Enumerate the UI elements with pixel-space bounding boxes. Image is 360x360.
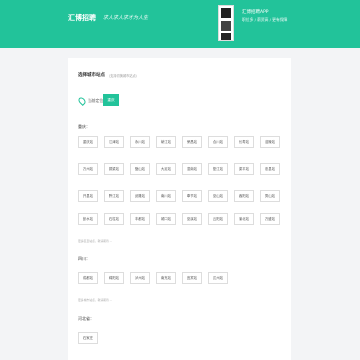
- page-note: （支持切换城市站点）: [107, 74, 139, 78]
- page-title: 选择城市站点: [78, 73, 105, 78]
- group-note: 更多区县站点，敬请期待 ...: [78, 239, 113, 243]
- city-button[interactable]: 合川站: [208, 136, 228, 148]
- city-button[interactable]: 璧山站: [130, 163, 150, 175]
- city-button[interactable]: 永川站: [130, 136, 150, 148]
- group-label: 四川：: [78, 256, 90, 261]
- group-label: 重庆：: [78, 124, 90, 129]
- city-button[interactable]: 南充站: [156, 272, 176, 284]
- city-button[interactable]: 石柱站: [104, 213, 124, 225]
- city-button[interactable]: 成都站: [78, 272, 98, 284]
- city-button[interactable]: 忠县站: [260, 163, 280, 175]
- city-button[interactable]: 长寿站: [234, 136, 254, 148]
- current-city-button[interactable]: 重庆: [103, 94, 119, 106]
- city-button[interactable]: 渝北站: [234, 213, 254, 225]
- city-button[interactable]: 宜宾站: [182, 272, 202, 284]
- city-button[interactable]: 铜梁站: [104, 163, 124, 175]
- city-button[interactable]: 泸州站: [130, 272, 150, 284]
- city-button[interactable]: 秀山站: [260, 190, 280, 202]
- city-button[interactable]: 重庆站: [78, 136, 98, 148]
- city-button[interactable]: 奉节站: [182, 190, 202, 202]
- city-button[interactable]: 綦江站: [156, 136, 176, 148]
- city-button[interactable]: 江津站: [104, 136, 124, 148]
- city-button[interactable]: 云阳站: [208, 213, 228, 225]
- location-pin-icon: [77, 96, 87, 106]
- group-label: 河北省：: [78, 316, 94, 321]
- city-button[interactable]: 黔江站: [104, 190, 124, 202]
- city-button[interactable]: 梁平站: [234, 163, 254, 175]
- city-button[interactable]: 万州站: [78, 163, 98, 175]
- app-subtitle: 职位多 / 薪资高 / 更有保障: [242, 17, 288, 22]
- city-button[interactable]: 涪陵站: [260, 136, 280, 148]
- group-note: 更多城市站点，敬请期待 ...: [78, 298, 113, 302]
- city-button[interactable]: 巫溪站: [182, 213, 202, 225]
- site-logo[interactable]: 汇博招聘: [68, 13, 96, 23]
- qr-code-icon: [218, 5, 234, 41]
- city-button[interactable]: 潼南站: [182, 163, 202, 175]
- city-button[interactable]: 彭水站: [78, 213, 98, 225]
- site-slogan: 求人求人求才为人生: [103, 15, 149, 21]
- city-button[interactable]: 石家庄: [78, 332, 98, 344]
- city-button[interactable]: 垫江站: [208, 163, 228, 175]
- city-button[interactable]: 城口站: [156, 213, 176, 225]
- app-title: 汇博招聘APP: [242, 10, 269, 15]
- city-button[interactable]: 开县站: [78, 190, 98, 202]
- city-button[interactable]: 达州站: [208, 272, 228, 284]
- city-button[interactable]: 武隆站: [130, 190, 150, 202]
- city-button[interactable]: 酉阳站: [234, 190, 254, 202]
- city-button[interactable]: 大足站: [156, 163, 176, 175]
- city-button[interactable]: 丰都站: [130, 213, 150, 225]
- city-button[interactable]: 绵阳站: [104, 272, 124, 284]
- city-button[interactable]: 南川站: [156, 190, 176, 202]
- city-button[interactable]: 荣昌站: [182, 136, 202, 148]
- city-button[interactable]: 巫山站: [208, 190, 228, 202]
- city-button[interactable]: 万盛站: [260, 213, 280, 225]
- city-selector-card: 选择城市站点 （支持切换城市站点） 当前定位： 重庆 重庆： 重庆站 江津站 永川站綦…: [68, 58, 291, 360]
- top-header: 汇博招聘 求人求人求才为人生 汇博招聘APP 职位多 / 薪资高 / 更有保障: [0, 0, 360, 48]
